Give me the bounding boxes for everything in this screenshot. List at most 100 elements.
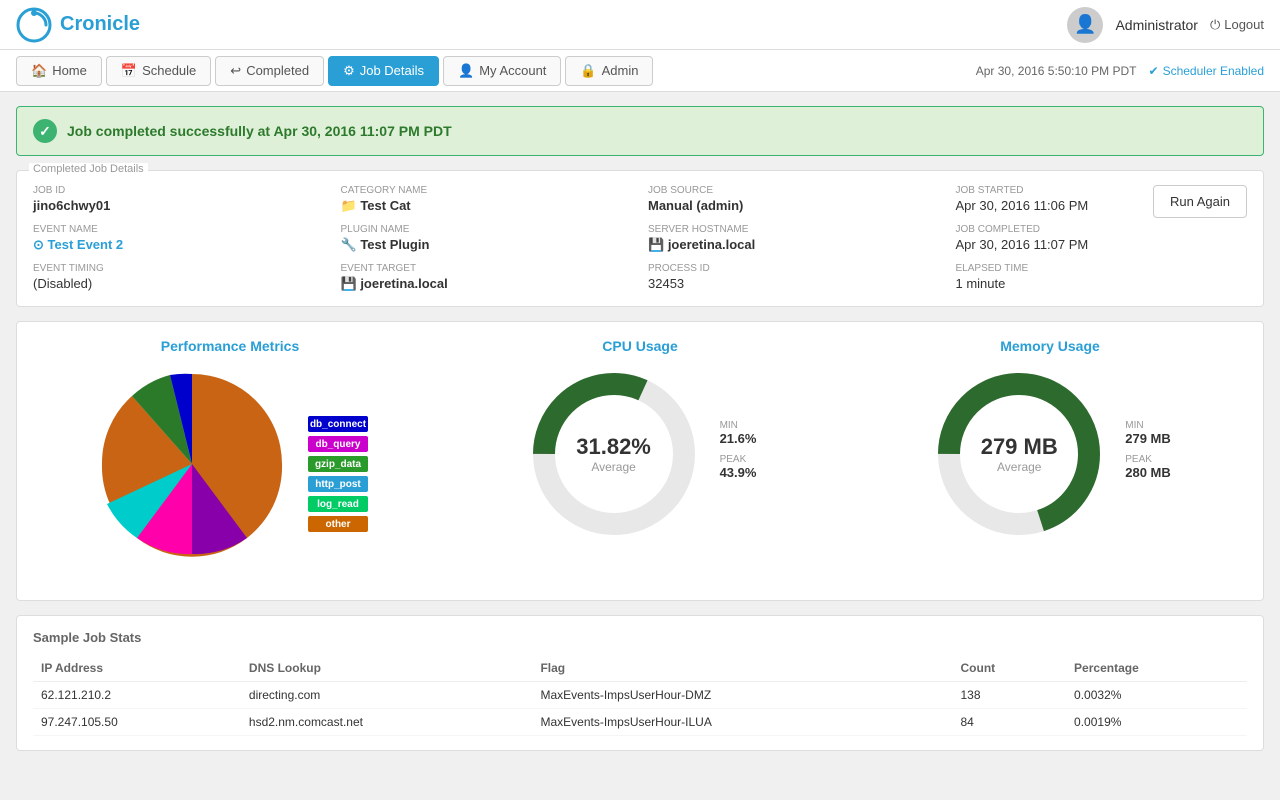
server-hostname-field: SERVER HOSTNAME 💾 joeretina.local [648, 224, 940, 253]
box-title: Completed Job Details [29, 163, 148, 175]
pie-svg [92, 364, 292, 564]
event-timing-value: (Disabled) [33, 276, 325, 291]
cpu-min-stat: MIN 21.6% [720, 420, 757, 446]
process-id-value: 32453 [648, 276, 940, 291]
category-name-label: CATEGORY NAME [341, 185, 633, 196]
table-row: 97.247.105.50 hsd2.nm.comcast.net MaxEve… [33, 709, 1247, 736]
category-name-value: 📁 Test Cat [341, 198, 633, 214]
event-name-label: EVENT NAME [33, 224, 325, 235]
job-source-label: JOB SOURCE [648, 185, 940, 196]
category-name-field: CATEGORY NAME 📁 Test Cat [341, 185, 633, 214]
cpu-average-label: Average [576, 460, 651, 474]
run-again-button[interactable]: Run Again [1153, 185, 1247, 218]
app-name: Cronicle [60, 13, 140, 36]
tab-admin[interactable]: 🔒 Admin [565, 56, 653, 86]
event-name-link[interactable]: ⊙ Test Event 2 [33, 237, 123, 252]
pie-chart [92, 364, 292, 584]
cell-flag: MaxEvents-ImpsUserHour-ILUA [532, 709, 952, 736]
nav-bar: 🏠 Home 📅 Schedule ↩ Completed ⚙ Job Deta… [0, 50, 1280, 92]
memory-usage-title: Memory Usage [853, 338, 1247, 354]
job-id-field: JOB ID jino6chwy01 [33, 185, 325, 214]
scheduler-status: ✔ Scheduler Enabled [1149, 64, 1264, 78]
main-content: ✓ Job completed successfully at Apr 30, … [0, 92, 1280, 765]
legend-http-post: http_post [308, 476, 368, 492]
tab-admin-label: Admin [602, 63, 639, 78]
tab-completed[interactable]: ↩ Completed [215, 56, 324, 86]
elapsed-time-field: ELAPSED TIME 1 minute [956, 263, 1248, 292]
legend-db-query: db_query [308, 436, 368, 452]
cell-count: 138 [953, 682, 1067, 709]
cpu-usage-section: CPU Usage 31.82% Average [443, 338, 837, 544]
stats-header-row: IP Address DNS Lookup Flag Count Percent… [33, 655, 1247, 682]
admin-icon: 🔒 [580, 63, 596, 79]
col-dns: DNS Lookup [241, 655, 533, 682]
folder-icon: 📁 [341, 198, 361, 213]
memory-donut-container: 279 MB Average MIN 279 MB PEAK 280 MB [853, 364, 1247, 544]
memory-donut: 279 MB Average [929, 364, 1109, 544]
job-id-value: jino6chwy01 [33, 198, 325, 213]
plugin-name-field: PLUGIN NAME 🔧 Test Plugin [341, 224, 633, 253]
schedule-icon: 📅 [121, 63, 137, 79]
success-message: Job completed successfully at Apr 30, 20… [67, 123, 452, 139]
cpu-donut-container: 31.82% Average MIN 21.6% PEAK 43.9% [443, 364, 837, 544]
home-icon: 🏠 [31, 63, 47, 79]
tab-schedule-label: Schedule [142, 63, 196, 78]
cell-dns: directing.com [241, 682, 533, 709]
wrench-icon: 🔧 [341, 237, 361, 252]
cell-ip: 97.247.105.50 [33, 709, 241, 736]
elapsed-time-value: 1 minute [956, 276, 1248, 291]
event-target-label: EVENT TARGET [341, 263, 633, 274]
check-icon: ✔ [1149, 64, 1159, 78]
circle-icon: ⊙ [33, 237, 48, 252]
tab-completed-label: Completed [246, 63, 309, 78]
cell-count: 84 [953, 709, 1067, 736]
event-timing-field: EVENT TIMING (Disabled) [33, 263, 325, 292]
job-id-label: JOB ID [33, 185, 325, 196]
memory-donut-center: 279 MB Average [981, 434, 1058, 474]
memory-min-label: MIN [1125, 420, 1171, 431]
cpu-min-label: MIN [720, 420, 757, 431]
legend-dot-gzip-data: gzip_data [308, 456, 368, 472]
logout-button[interactable]: ⏻ Logout [1210, 17, 1264, 33]
server-hostname-value: 💾 joeretina.local [648, 237, 940, 253]
admin-label: Administrator [1115, 17, 1197, 33]
elapsed-time-label: ELAPSED TIME [956, 263, 1248, 274]
performance-metrics: Performance Metrics [33, 338, 427, 584]
memory-peak-value: 280 MB [1125, 465, 1171, 480]
job-completed-value: Apr 30, 2016 11:07 PM [956, 237, 1248, 252]
col-pct: Percentage [1066, 655, 1247, 682]
job-details-icon: ⚙ [343, 63, 355, 79]
memory-average-label: Average [981, 460, 1058, 474]
logout-label: Logout [1224, 17, 1264, 32]
pie-container: db_connect db_query gzip_data http_post … [33, 364, 427, 584]
app-logo: Cronicle [16, 7, 140, 43]
memory-peak-stat: PEAK 280 MB [1125, 454, 1171, 480]
event-timing-label: EVENT TIMING [33, 263, 325, 274]
memory-peak-label: PEAK [1125, 454, 1171, 465]
memory-average-value: 279 MB [981, 434, 1058, 460]
process-id-field: PROCESS ID 32453 [648, 263, 940, 292]
event-target-field: EVENT TARGET 💾 joeretina.local [341, 263, 633, 292]
tab-my-account[interactable]: 👤 My Account [443, 56, 561, 86]
cell-pct: 0.0032% [1066, 682, 1247, 709]
pie-legend: db_connect db_query gzip_data http_post … [308, 416, 368, 532]
job-grid: JOB ID jino6chwy01 CATEGORY NAME 📁 Test … [33, 185, 1247, 292]
event-name-value: ⊙ Test Event 2 [33, 237, 325, 253]
stats-thead: IP Address DNS Lookup Flag Count Percent… [33, 655, 1247, 682]
tab-home[interactable]: 🏠 Home [16, 56, 102, 86]
app-header: Cronicle 👤 Administrator ⏻ Logout [0, 0, 1280, 50]
cell-dns: hsd2.nm.comcast.net [241, 709, 533, 736]
legend-db-connect: db_connect [308, 416, 368, 432]
header-right: 👤 Administrator ⏻ Logout [1067, 7, 1264, 43]
cell-ip: 62.121.210.2 [33, 682, 241, 709]
logo-icon [16, 7, 52, 43]
event-name-field: EVENT NAME ⊙ Test Event 2 [33, 224, 325, 253]
perf-metrics-title: Performance Metrics [33, 338, 427, 354]
cpu-min-value: 21.6% [720, 431, 757, 446]
col-flag: Flag [532, 655, 952, 682]
tab-job-details[interactable]: ⚙ Job Details [328, 56, 439, 86]
charts-section: Performance Metrics [16, 321, 1264, 601]
success-banner: ✓ Job completed successfully at Apr 30, … [16, 106, 1264, 156]
tab-schedule[interactable]: 📅 Schedule [106, 56, 211, 86]
avatar: 👤 [1067, 7, 1103, 43]
